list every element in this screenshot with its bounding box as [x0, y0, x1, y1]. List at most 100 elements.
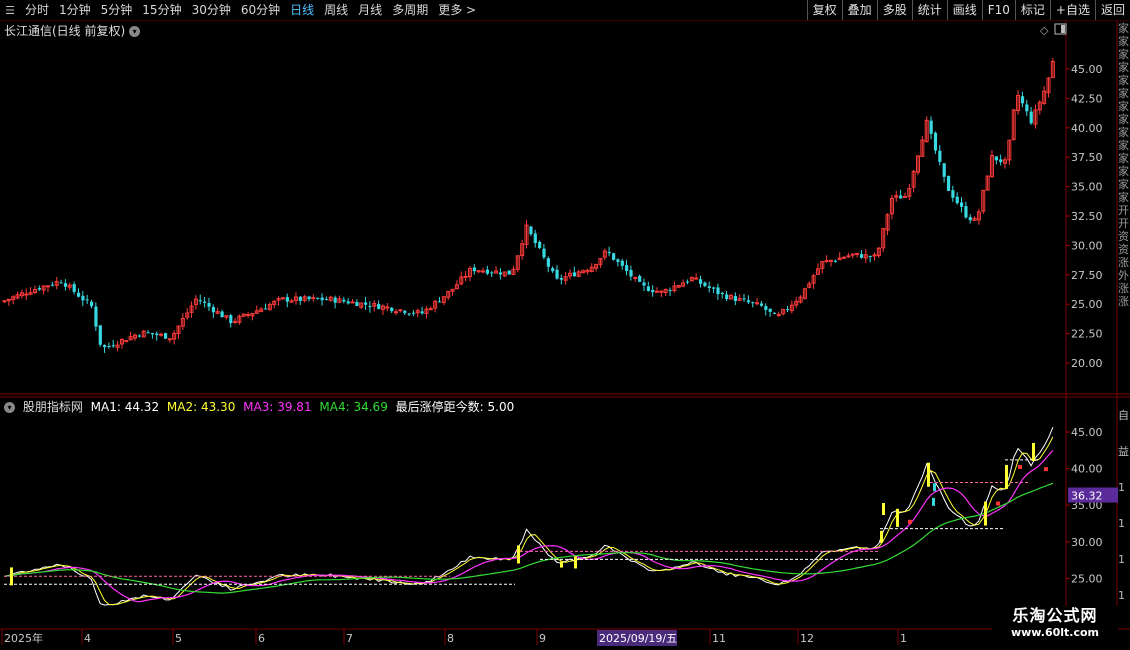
candle-body [333, 297, 337, 303]
chevron-down-icon[interactable]: ▾ [4, 402, 15, 413]
chart-grid [0, 21, 1130, 630]
candle-body [968, 217, 972, 221]
candle-body [742, 298, 746, 300]
candle-body [942, 163, 946, 177]
price-axis: 45.00 42.50 40.00 37.50 35.00 32.50 30.00 27.50… [1066, 63, 1103, 370]
side-info-strip-lower: 自益1111 [1118, 409, 1129, 602]
candle-body [850, 253, 855, 256]
candle-body [155, 333, 159, 336]
kline-chart[interactable]: 45.00 42.50 40.00 37.50 35.00 32.50 30.00 27.50… [0, 0, 1130, 650]
candle-body [59, 282, 63, 284]
signal-bar [882, 503, 885, 516]
candle-body [824, 260, 829, 263]
candle-body [37, 288, 41, 290]
signal-bar [984, 501, 987, 526]
candle-body [368, 306, 372, 308]
candle-body [638, 276, 642, 282]
candle-body [507, 270, 511, 275]
signal-bar-cyan [932, 497, 935, 506]
candle-body [685, 281, 690, 283]
candle-body [712, 287, 716, 289]
candle-body [533, 233, 537, 244]
candle-body [559, 277, 563, 280]
candle-body [85, 299, 89, 301]
candle-body [933, 132, 938, 151]
diamond-icon[interactable]: ◇ [1040, 24, 1049, 37]
ma4-value: MA4: 34.69 [319, 400, 388, 414]
candle-body [364, 302, 368, 305]
candle-body [163, 333, 168, 339]
candle-body [485, 269, 490, 274]
candle-body [555, 269, 559, 279]
signal-bar [1005, 464, 1008, 489]
candle-body [438, 301, 442, 303]
candle-body [542, 248, 546, 258]
signal-bar [574, 556, 577, 569]
candle-body [72, 284, 76, 292]
candle-body [198, 300, 202, 302]
candle-body [902, 195, 907, 198]
candle-body [246, 314, 251, 317]
candle-body [642, 282, 646, 286]
candle-body [999, 159, 1003, 163]
candle-body [546, 258, 550, 267]
time-label: 5 [175, 632, 182, 645]
candle-body [346, 301, 350, 304]
ma2-line [4, 436, 1054, 606]
signal-bar [10, 567, 13, 586]
candle-body [103, 344, 107, 348]
candle-body [733, 296, 737, 301]
candle-body [655, 290, 659, 293]
time-label: 9 [539, 632, 546, 645]
price-label: 30.00 [1071, 239, 1103, 252]
watermark-title: 乐淘公式网 [1012, 606, 1098, 625]
signal-dot [908, 519, 912, 524]
candle-body [833, 260, 838, 262]
candle-body [651, 289, 655, 293]
candle-body [612, 253, 616, 260]
price-label: 22.50 [1071, 328, 1103, 341]
candle-body [725, 294, 729, 300]
price-label: 27.50 [1071, 269, 1103, 282]
time-label: 12 [800, 632, 814, 645]
candle-body [385, 306, 390, 309]
candle-body [699, 279, 703, 284]
candle-body [285, 297, 289, 302]
chart-corner-icons[interactable]: ◇ [1040, 23, 1067, 37]
candle-body [411, 312, 416, 314]
candle-body [859, 254, 864, 258]
indicator-lines [4, 427, 1054, 606]
candle-body [428, 308, 433, 311]
candle-body [146, 332, 150, 334]
price-label: 35.00 [1071, 181, 1103, 194]
stock-title[interactable]: 长江通信(日线 前复权) ▾ [4, 22, 141, 39]
candle-body [951, 190, 955, 198]
candle-body [350, 301, 355, 304]
candle-body [616, 259, 620, 262]
time-label: 8 [447, 632, 454, 645]
indicator-axis: 45.0040.0035.0030.0025.0036.32 [1066, 426, 1118, 585]
candle-body [620, 260, 624, 266]
candle-body [476, 270, 481, 273]
stock-title-text: 长江通信(日线 前复权) [4, 24, 126, 38]
candle-body [720, 292, 724, 294]
candle-body [403, 310, 407, 314]
chevron-down-icon[interactable]: ▾ [129, 26, 141, 37]
candle-body [498, 272, 503, 275]
candle-body [755, 302, 760, 305]
candle-body [607, 252, 611, 254]
limit-up-days: 最后涨停距今数: 5.00 [395, 400, 515, 414]
candle-body [929, 120, 933, 134]
candle-body [964, 206, 968, 218]
time-label: 2025年 [4, 631, 43, 645]
signal-bar [880, 530, 883, 543]
indicator-legend[interactable]: ▾ 股朋指标网 MA1: 44.32 MA2: 43.30 MA3: 39.81… [4, 398, 518, 415]
candle-body [694, 277, 699, 280]
candle-body [111, 345, 115, 347]
candle-body [98, 325, 102, 345]
candle-body [646, 286, 650, 291]
candle-body [629, 269, 633, 277]
indicator-label: 40.00 [1071, 463, 1103, 476]
signal-dot [996, 501, 1000, 506]
candle-body [324, 299, 329, 301]
